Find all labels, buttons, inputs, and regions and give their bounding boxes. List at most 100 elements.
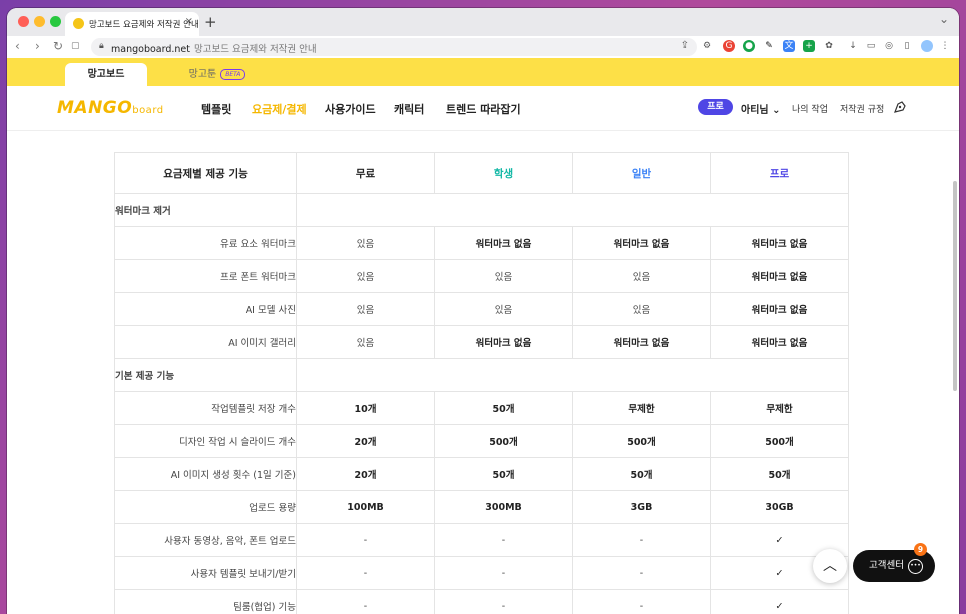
nav-trends[interactable]: 트렌드 따라잡기: [446, 101, 521, 117]
section-spacer: [296, 358, 849, 392]
table-cell: 30GB: [710, 490, 849, 524]
extension-puzzle-icon[interactable]: ✿: [823, 40, 835, 52]
mango-favicon-icon: [73, 18, 84, 29]
section-title: 기본 제공 기능: [114, 358, 297, 392]
browser-tab[interactable]: 망고보드 요금제와 저작권 안내 ×: [65, 12, 199, 36]
column-header-pro: 프로: [710, 152, 849, 194]
copyright-link[interactable]: 저작권 규정: [840, 102, 884, 115]
nav-character[interactable]: 캐릭터: [394, 101, 424, 117]
mangoboard-logo[interactable]: MANGOboard: [57, 98, 164, 118]
extension-translate-icon[interactable]: ⚙: [701, 40, 713, 52]
column-header-student: 학생: [434, 152, 573, 194]
screen-icon[interactable]: ▭: [865, 40, 877, 52]
table-row: 팀룸(협업) 기능 - - - ✓: [114, 589, 849, 614]
extension-pen-icon[interactable]: ✎: [763, 40, 775, 52]
table-cell: -: [296, 523, 435, 557]
feature-label: 프로 폰트 워터마크: [114, 259, 297, 293]
browser-tab-title: 망고보드 요금제와 저작권 안내: [89, 20, 199, 30]
new-tab-button[interactable]: +: [204, 13, 217, 31]
extension-g-icon[interactable]: G: [723, 40, 735, 52]
scrollbar-thumb[interactable]: [953, 181, 957, 391]
table-row: 작업템플릿 저장 개수 10개 50개 무제한 무제한: [114, 391, 849, 425]
table-cell: 워터마크 없음: [572, 226, 711, 260]
url-page-title: 망고보드 요금제와 저작권 안내: [193, 44, 317, 55]
extension-translate-blue-icon[interactable]: 文: [783, 40, 795, 52]
tab-strip: 망고보드 요금제와 저작권 안내 × + ⌄: [7, 8, 959, 36]
table-cell: 워터마크 없음: [710, 325, 849, 359]
table-cell: 3GB: [572, 490, 711, 524]
scroll-top-button[interactable]: ︿: [813, 549, 847, 583]
extension-shield-icon[interactable]: ●: [743, 40, 755, 52]
table-cell: 50개: [572, 457, 711, 491]
table-header-row: 요금제별 제공 기능 무료 학생 일반 프로: [114, 152, 849, 194]
site-tab-mangotoon[interactable]: 망고툰 BETA: [167, 63, 267, 86]
table-cell: 있음: [434, 259, 573, 293]
table-cell: 20개: [296, 424, 435, 458]
feature-label: 사용자 동영상, 음악, 폰트 업로드: [114, 523, 297, 557]
menu-icon[interactable]: ⋮: [939, 40, 951, 52]
table-row: AI 모델 사진 있음 있음 있음 워터마크 없음: [114, 292, 849, 326]
column-header-free: 무료: [296, 152, 435, 194]
table-cell: 300MB: [434, 490, 573, 524]
user-menu[interactable]: 아티님 ⌄: [741, 101, 780, 116]
close-tab-icon[interactable]: ×: [185, 16, 193, 27]
logo-sub: board: [132, 105, 164, 116]
table-cell: 워터마크 없음: [710, 292, 849, 326]
site-header: MANGOboard 템플릿 요금제/결제 사용가이드 캐릭터 트렌드 따라잡기…: [7, 86, 959, 131]
table-cell: -: [434, 523, 573, 557]
table-cell: 500개: [434, 424, 573, 458]
section-row: 워터마크 제거: [114, 193, 849, 227]
table-row: 사용자 동영상, 음악, 폰트 업로드 - - - ✓: [114, 523, 849, 557]
check-icon: ✓: [710, 589, 849, 614]
share-icon[interactable]: ⇪: [681, 40, 689, 51]
table-cell: 100MB: [296, 490, 435, 524]
table-cell: 워터마크 없음: [434, 226, 573, 260]
site-tab-label: 망고보드: [87, 69, 125, 80]
table-cell: -: [296, 556, 435, 590]
minimize-window-button[interactable]: [34, 16, 45, 27]
table-cell: -: [572, 523, 711, 557]
table-cell: 500개: [572, 424, 711, 458]
table-cell: 10개: [296, 391, 435, 425]
section-row: 기본 제공 기능: [114, 358, 849, 392]
pro-badge: 프로: [698, 99, 733, 115]
sidebar-icon[interactable]: ▯: [901, 40, 913, 52]
screenshot-icon[interactable]: ◎: [883, 40, 895, 52]
url-bar[interactable]: 🔒︎ mangoboard.net 망고보드 요금제와 저작권 안내 ⇪: [91, 38, 697, 56]
beta-badge: BETA: [220, 68, 246, 80]
my-work-link[interactable]: 나의 작업: [792, 102, 828, 115]
site-tab-label: 망고툰: [188, 69, 217, 80]
table-row: AI 이미지 생성 횟수 (1일 기준) 20개 50개 50개 50개: [114, 457, 849, 491]
profile-avatar-icon[interactable]: [921, 40, 933, 52]
table-cell: 있음: [572, 292, 711, 326]
chat-bubble-icon: •••: [908, 559, 923, 574]
table-cell: -: [434, 556, 573, 590]
page-scrollbar[interactable]: [951, 131, 959, 614]
table-cell: 있음: [296, 325, 435, 359]
nav-templates[interactable]: 템플릿: [201, 101, 231, 117]
nav-guide[interactable]: 사용가이드: [325, 101, 376, 117]
design-pen-icon[interactable]: [893, 100, 907, 114]
reader-icon[interactable]: ▢: [71, 41, 80, 51]
table-cell: 워터마크 없음: [434, 325, 573, 359]
extension-plus-icon[interactable]: +: [803, 40, 815, 52]
user-name: 아티님: [741, 105, 769, 116]
close-window-button[interactable]: [18, 16, 29, 27]
chevron-down-icon: ⌄: [772, 105, 781, 116]
nav-pricing[interactable]: 요금제/결제: [252, 101, 307, 117]
reload-icon[interactable]: ↻: [53, 39, 63, 53]
forward-icon[interactable]: ›: [35, 39, 40, 53]
tab-list-chevron-icon[interactable]: ⌄: [939, 12, 949, 26]
maximize-window-button[interactable]: [50, 16, 61, 27]
table-cell: 50개: [710, 457, 849, 491]
download-icon[interactable]: ↓: [847, 40, 859, 52]
feature-label: AI 이미지 갤러리: [114, 325, 297, 359]
table-cell: 있음: [296, 226, 435, 260]
feature-label: 팀룸(협업) 기능: [114, 589, 297, 614]
back-icon[interactable]: ‹: [15, 39, 20, 53]
table-row: 유료 요소 워터마크 있음 워터마크 없음 워터마크 없음 워터마크 없음: [114, 226, 849, 260]
table-cell: 워터마크 없음: [710, 259, 849, 293]
table-cell: 무제한: [572, 391, 711, 425]
table-cell: 있음: [296, 292, 435, 326]
site-tab-mangoboard[interactable]: 망고보드: [65, 63, 147, 86]
